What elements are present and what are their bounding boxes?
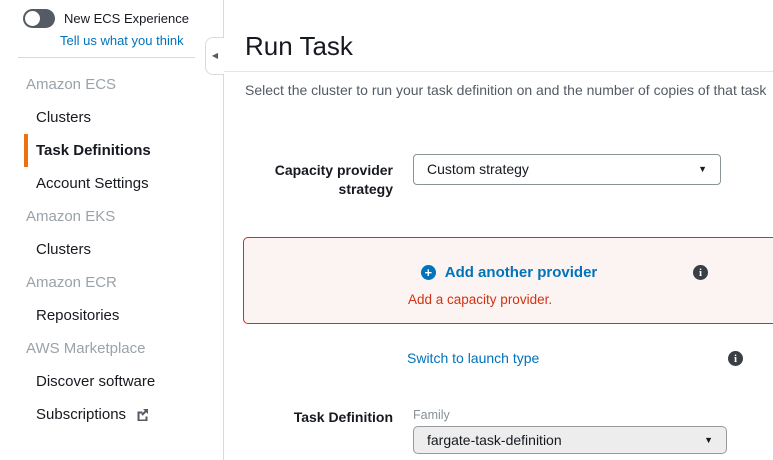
add-another-provider-button[interactable]: + Add another provider [421, 264, 598, 281]
nav-header-aws-marketplace: AWS Marketplace [0, 332, 223, 365]
chevron-down-icon: ▼ [704, 427, 713, 453]
collapse-left-caret-icon: ◀ [212, 52, 218, 60]
nav-header-amazon-ecs: Amazon ECS [0, 68, 223, 101]
title-divider [224, 71, 773, 72]
sidebar-item-subscriptions[interactable]: Subscriptions [0, 398, 223, 431]
page-title: Run Task [245, 31, 773, 62]
toggle-knob-icon [25, 11, 40, 26]
task-definition-row: Task Definition Family fargate-task-defi… [245, 408, 773, 460]
sidebar: New ECS Experience Tell us what you thin… [0, 0, 224, 460]
capacity-provider-strategy-select[interactable]: Custom strategy ▼ [413, 154, 721, 185]
sidebar-item-clusters-ecs[interactable]: Clusters [0, 101, 223, 134]
feedback-link[interactable]: Tell us what you think [60, 33, 184, 48]
selected-strategy-value: Custom strategy [427, 161, 529, 177]
sidebar-item-task-definitions[interactable]: Task Definitions [24, 134, 223, 167]
add-plus-icon: + [421, 265, 436, 280]
switch-to-launch-type-link[interactable]: Switch to launch type [407, 350, 539, 366]
chevron-down-icon: ▼ [698, 155, 707, 184]
nav-header-amazon-ecr: Amazon ECR [0, 266, 223, 299]
sidebar-item-repositories[interactable]: Repositories [0, 299, 223, 332]
capacity-provider-error-message: Add a capacity provider. [408, 292, 773, 307]
task-definition-label: Task Definition [245, 408, 393, 460]
capacity-provider-error-panel: + Add another provider i Add a capacity … [243, 237, 773, 324]
page-description: Select the cluster to run your task defi… [245, 82, 773, 98]
sidebar-collapse-button[interactable]: ◀ [205, 37, 224, 75]
new-ecs-experience-toggle[interactable] [23, 9, 55, 28]
capacity-provider-row: Capacity provider strategy Custom strate… [245, 154, 773, 199]
family-select[interactable]: fargate-task-definition ▼ [413, 426, 727, 454]
sidebar-item-label: Subscriptions [36, 406, 126, 423]
external-link-icon [136, 408, 149, 425]
info-icon[interactable]: i [693, 265, 708, 280]
sidebar-nav: Amazon ECS Clusters Task Definitions Acc… [0, 68, 223, 431]
new-ecs-experience-label: New ECS Experience [64, 11, 189, 26]
family-selected-value: fargate-task-definition [427, 432, 562, 448]
nav-header-amazon-eks: Amazon EKS [0, 200, 223, 233]
sidebar-item-clusters-eks[interactable]: Clusters [0, 233, 223, 266]
add-another-provider-label: Add another provider [445, 264, 598, 281]
new-ecs-experience-row: New ECS Experience [23, 9, 223, 28]
switch-launch-type-row: Switch to launch type i [224, 350, 773, 368]
sidebar-divider [18, 57, 195, 58]
family-label: Family [413, 408, 727, 422]
sidebar-item-discover-software[interactable]: Discover software [0, 365, 223, 398]
main-content: Run Task Select the cluster to run your … [224, 0, 773, 460]
task-definition-fields: Family fargate-task-definition ▼ Revisio… [413, 408, 727, 460]
info-icon[interactable]: i [728, 351, 743, 366]
sidebar-item-account-settings[interactable]: Account Settings [0, 167, 223, 200]
capacity-provider-strategy-label: Capacity provider strategy [245, 154, 393, 199]
